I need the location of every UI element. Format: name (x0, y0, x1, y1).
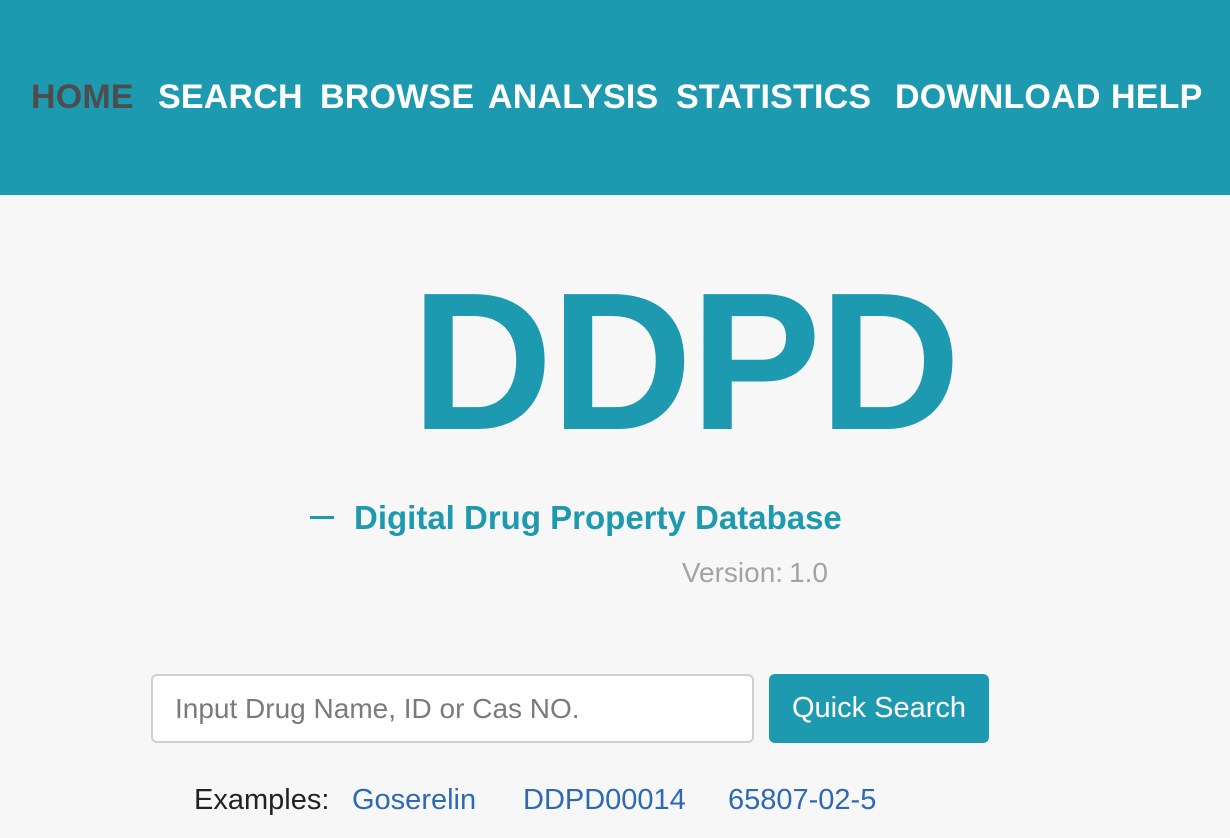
version-info: Version: 1.0 (676, 555, 828, 591)
nav-item-search[interactable]: SEARCH (158, 74, 303, 120)
nav-item-download[interactable]: DOWNLOAD (895, 74, 1101, 120)
version-value: 1.0 (789, 557, 828, 588)
example-link-goserelin[interactable]: Goserelin (352, 780, 476, 820)
site-subtitle: Digital Drug Property Database (310, 496, 842, 540)
nav-item-statistics[interactable]: STATISTICS (676, 74, 871, 120)
nav-item-analysis[interactable]: ANALYSIS (488, 74, 658, 120)
example-link-cas[interactable]: 65807-02-5 (728, 780, 876, 820)
subtitle-text: Digital Drug Property Database (354, 499, 842, 536)
example-link-ddpd00014[interactable]: DDPD00014 (523, 780, 686, 820)
nav-item-home[interactable]: HOME (31, 74, 134, 120)
version-label: Version: (681, 557, 784, 588)
nav-menu: HOME SEARCH BROWSE ANALYSIS STATISTICS D… (0, 74, 1230, 120)
search-input[interactable] (151, 674, 754, 743)
site-title: DDPD (411, 252, 960, 471)
examples-label: Examples: (194, 784, 330, 816)
quick-search-button[interactable]: Quick Search (769, 674, 989, 743)
nav-item-browse[interactable]: BROWSE (320, 74, 474, 120)
dash-icon (310, 515, 334, 519)
top-navbar: HOME SEARCH BROWSE ANALYSIS STATISTICS D… (0, 0, 1230, 195)
nav-item-help[interactable]: HELP (1111, 74, 1202, 120)
